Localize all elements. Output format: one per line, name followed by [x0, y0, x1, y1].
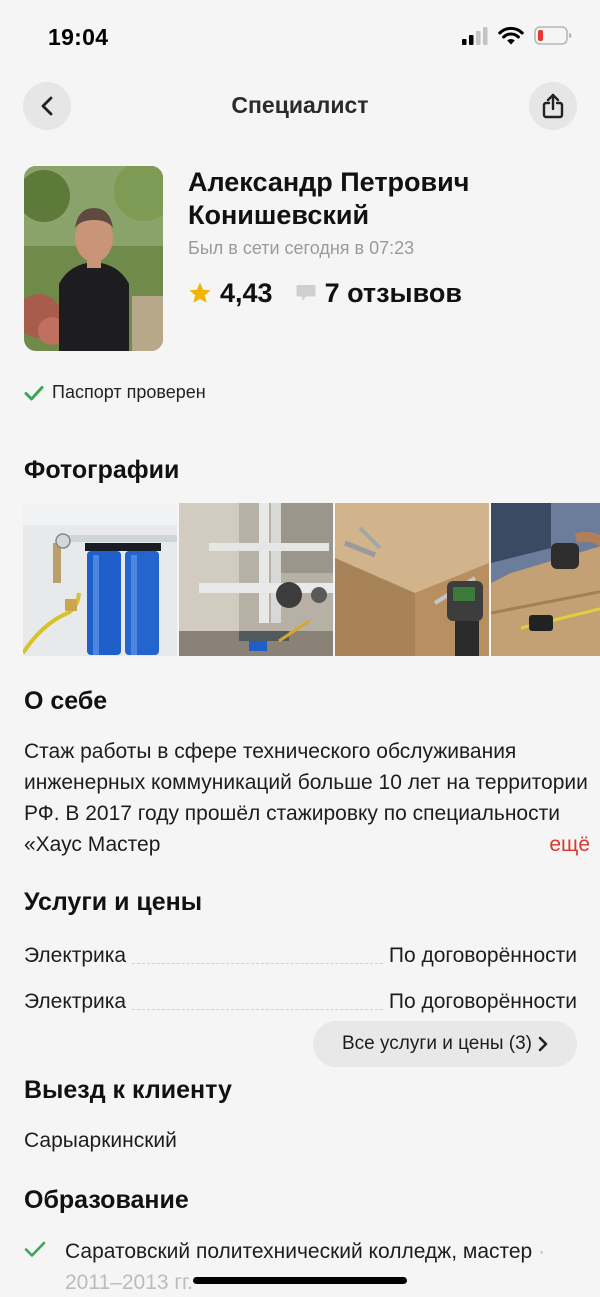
- all-services-label: Все услуги и цены (3): [342, 1033, 532, 1054]
- service-row[interactable]: Электрика По договорённости: [24, 984, 577, 1014]
- battery-icon: [534, 26, 572, 45]
- comment-icon: [296, 285, 316, 301]
- chevron-right-icon: [538, 1036, 548, 1052]
- status-icons: [462, 26, 572, 45]
- education-institution: Саратовский политехнический колледж, мас…: [65, 1240, 533, 1263]
- photo-gallery[interactable]: [23, 503, 600, 656]
- visit-heading: Выезд к клиенту: [24, 1076, 232, 1104]
- rating-row: 4,43 7 отзывов: [188, 276, 462, 310]
- share-icon: [542, 93, 564, 119]
- all-services-button[interactable]: Все услуги и цены (3): [313, 1021, 577, 1067]
- about-heading: О себе: [24, 687, 108, 715]
- share-button[interactable]: [529, 82, 577, 130]
- gallery-photo[interactable]: [491, 503, 600, 656]
- education-years: 2011–2013 гг.: [65, 1271, 193, 1294]
- signal-icon: [462, 26, 488, 45]
- visit-area: Сарыаркинский: [24, 1129, 177, 1152]
- leader-dots: [132, 1009, 383, 1010]
- specialist-name: Александр Петрович Конишевский: [188, 167, 470, 230]
- education-heading: Образование: [24, 1186, 189, 1214]
- wifi-icon: [498, 26, 524, 45]
- passport-label: Паспорт проверен: [52, 382, 206, 402]
- status-bar: 19:04: [0, 0, 600, 76]
- separator-dot: ·: [538, 1240, 546, 1263]
- service-price: По договорённости: [388, 990, 577, 1013]
- status-time: 19:04: [48, 24, 109, 50]
- gallery-photo[interactable]: [23, 503, 177, 656]
- gallery-photo[interactable]: [179, 503, 333, 656]
- education-text: Саратовский политехнический колледж, мас…: [65, 1236, 565, 1297]
- check-icon: [24, 1241, 46, 1257]
- photos-heading: Фотографии: [24, 456, 180, 484]
- online-status: Был в сети сегодня в 07:23: [188, 238, 415, 258]
- avatar[interactable]: [24, 166, 163, 351]
- about-more-link[interactable]: ещё: [480, 829, 590, 860]
- check-icon: [24, 385, 44, 400]
- profile-header: Александр Петрович Конишевский Был в сет…: [24, 166, 584, 356]
- gallery-photo[interactable]: [335, 503, 489, 656]
- top-navigation: Специалист: [0, 82, 600, 132]
- rating-value: 4,43: [220, 277, 273, 308]
- star-icon: [189, 282, 211, 303]
- page-title: Специалист: [231, 92, 369, 118]
- leader-dots: [132, 963, 383, 964]
- service-name: Электрика: [24, 990, 127, 1013]
- passport-verified: Паспорт проверен: [24, 382, 206, 403]
- services-heading: Услуги и цены: [24, 888, 203, 916]
- reviews-link[interactable]: 7 отзывов: [295, 278, 462, 309]
- home-indicator: [193, 1277, 407, 1284]
- service-name: Электрика: [24, 944, 127, 967]
- reviews-count: 7 отзывов: [324, 277, 462, 308]
- service-price: По договорённости: [388, 944, 577, 967]
- service-row[interactable]: Электрика По договорённости: [24, 938, 577, 968]
